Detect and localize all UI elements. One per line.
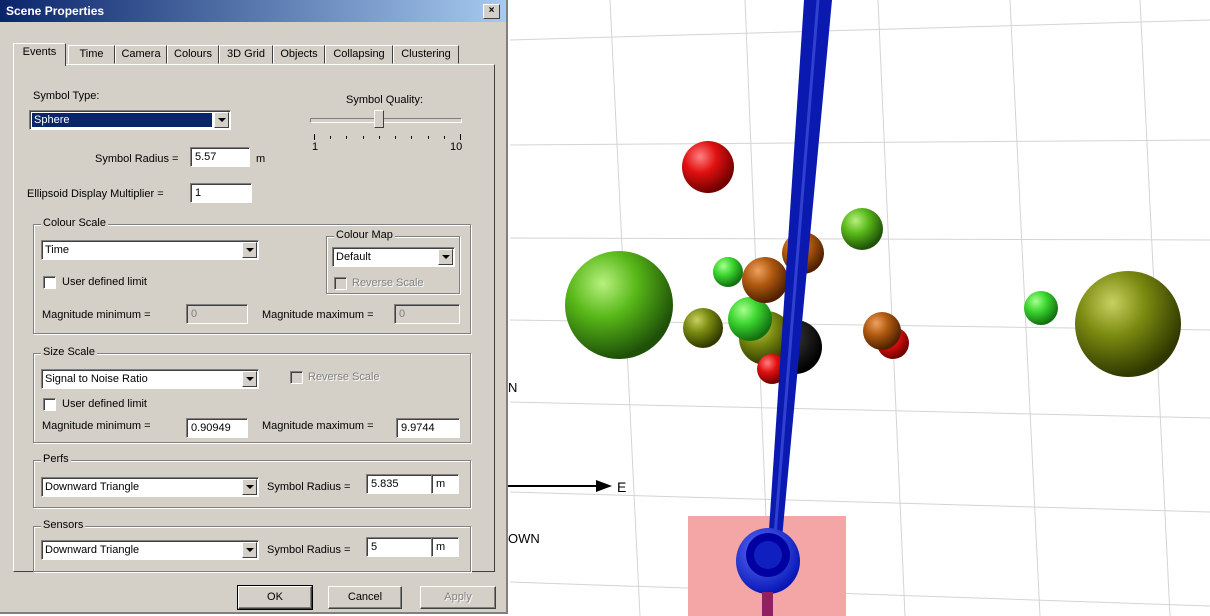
- slider-tick: [346, 136, 348, 139]
- axis-e-label: E: [617, 479, 626, 495]
- chevron-down-icon[interactable]: [242, 371, 257, 387]
- event-sphere: [1024, 291, 1058, 325]
- symbol-quality-min-label: 1: [312, 141, 319, 153]
- perfs-radius-label: Symbol Radius =: [267, 481, 351, 493]
- ok-button[interactable]: OK: [237, 585, 313, 610]
- event-sphere: [841, 208, 883, 250]
- tab-time[interactable]: Time: [68, 45, 115, 64]
- sensors-radius-input[interactable]: 5: [366, 537, 432, 557]
- event-spheres[interactable]: [565, 141, 1181, 384]
- sensors-title: Sensors: [41, 519, 86, 531]
- slider-tick: [378, 136, 380, 139]
- symbol-radius-input[interactable]: 5.57: [190, 147, 250, 167]
- sensors-symbol-select[interactable]: Downward Triangle: [41, 540, 259, 560]
- size-scale-value: Signal to Noise Ratio: [45, 373, 148, 385]
- tab-3d-grid[interactable]: 3D Grid: [219, 45, 273, 64]
- axis-down-label: OWN: [508, 531, 540, 546]
- slider-tick: [427, 136, 429, 139]
- chevron-down-icon[interactable]: [242, 542, 257, 558]
- sensors-radius-unit: m: [431, 537, 459, 557]
- event-sphere: [742, 257, 788, 303]
- symbol-radius-unit: m: [256, 153, 266, 165]
- colour-map-select[interactable]: Default: [332, 247, 455, 267]
- sensors-radius-label: Symbol Radius =: [267, 544, 351, 556]
- tab-collapsing[interactable]: Collapsing: [325, 45, 393, 64]
- apply-button[interactable]: Apply: [420, 586, 496, 609]
- colour-user-defined-checkbox[interactable]: [43, 276, 56, 289]
- colour-mag-min-label: Magnitude minimum =: [42, 309, 151, 321]
- event-sphere: [682, 141, 734, 193]
- colour-scale-value: Time: [45, 244, 70, 256]
- symbol-quality-track[interactable]: [310, 118, 462, 123]
- perfs-radius-input[interactable]: 5.835: [366, 474, 432, 494]
- colour-map-reverse-checkbox[interactable]: [334, 277, 347, 290]
- colour-map-title: Colour Map: [334, 229, 395, 241]
- size-mag-min-label: Magnitude minimum =: [42, 420, 151, 432]
- size-user-defined-checkbox[interactable]: [43, 398, 56, 411]
- tab-colours[interactable]: Colours: [167, 45, 219, 64]
- colour-user-defined-label: User defined limit: [62, 276, 147, 288]
- colour-map-value: Default: [336, 251, 371, 263]
- symbol-radius-label: Symbol Radius =: [95, 153, 179, 165]
- slider-tick: [395, 136, 397, 139]
- cancel-button[interactable]: Cancel: [328, 586, 402, 609]
- tab-camera[interactable]: Camera: [115, 45, 167, 64]
- size-mag-min-input[interactable]: 0.90949: [186, 418, 248, 438]
- perfs-title: Perfs: [41, 453, 71, 465]
- colour-mag-max-input[interactable]: 0: [394, 304, 460, 324]
- tab-objects[interactable]: Objects: [273, 45, 325, 64]
- event-sphere: [713, 257, 743, 287]
- slider-tick: [330, 136, 332, 139]
- symbol-type-value: Sphere: [32, 113, 212, 127]
- scene-properties-dialog: Scene Properties × Events Time Camera Co…: [0, 0, 508, 614]
- chevron-down-icon[interactable]: [242, 479, 257, 495]
- size-user-defined-label: User defined limit: [62, 398, 147, 410]
- event-sphere: [683, 308, 723, 348]
- axis-n-label: N: [508, 380, 517, 395]
- perfs-symbol-value: Downward Triangle: [45, 481, 140, 493]
- symbol-type-select[interactable]: Sphere: [29, 110, 231, 130]
- ellipsoid-multiplier-label: Ellipsoid Display Multiplier =: [27, 188, 164, 200]
- perfs-radius-unit: m: [431, 474, 459, 494]
- size-mag-max-input[interactable]: 9.9744: [396, 418, 460, 438]
- slider-tick: [411, 136, 413, 139]
- perfs-symbol-select[interactable]: Downward Triangle: [41, 477, 259, 497]
- close-button[interactable]: ×: [483, 4, 500, 19]
- chevron-down-icon[interactable]: [242, 242, 257, 258]
- size-reverse-checkbox[interactable]: [290, 371, 303, 384]
- slider-tick: [314, 134, 315, 140]
- symbol-quality-slider-thumb[interactable]: [373, 110, 384, 128]
- tab-events[interactable]: Events: [13, 43, 66, 66]
- event-sphere: [565, 251, 673, 359]
- slider-tick: [362, 136, 364, 139]
- colour-mag-min-input[interactable]: 0: [186, 304, 248, 324]
- size-scale-title: Size Scale: [41, 346, 97, 358]
- symbol-type-label: Symbol Type:: [33, 90, 100, 102]
- sensors-symbol-value: Downward Triangle: [45, 544, 140, 556]
- symbol-quality-max-label: 10: [450, 141, 463, 153]
- symbol-quality-label: Symbol Quality:: [346, 94, 424, 106]
- event-sphere: [1075, 271, 1181, 377]
- size-mag-max-label: Magnitude maximum =: [262, 420, 374, 432]
- ellipsoid-multiplier-input[interactable]: 1: [190, 183, 252, 203]
- colour-scale-title: Colour Scale: [41, 217, 108, 229]
- chevron-down-icon[interactable]: [214, 112, 229, 128]
- dialog-title: Scene Properties: [6, 4, 105, 18]
- size-reverse-label: Reverse Scale: [308, 371, 380, 383]
- colour-map-reverse-label: Reverse Scale: [352, 277, 424, 289]
- axes: E N OWN: [508, 380, 626, 546]
- event-sphere: [728, 297, 772, 341]
- colour-scale-select[interactable]: Time: [41, 240, 259, 260]
- tab-clustering[interactable]: Clustering: [393, 45, 459, 64]
- slider-tick: [460, 134, 461, 140]
- colour-mag-max-label: Magnitude maximum =: [262, 309, 374, 321]
- chevron-down-icon[interactable]: [438, 249, 453, 265]
- size-scale-select[interactable]: Signal to Noise Ratio: [41, 369, 259, 389]
- slider-tick: [443, 136, 445, 139]
- event-sphere: [863, 312, 901, 350]
- title-bar[interactable]: Scene Properties ×: [0, 0, 506, 22]
